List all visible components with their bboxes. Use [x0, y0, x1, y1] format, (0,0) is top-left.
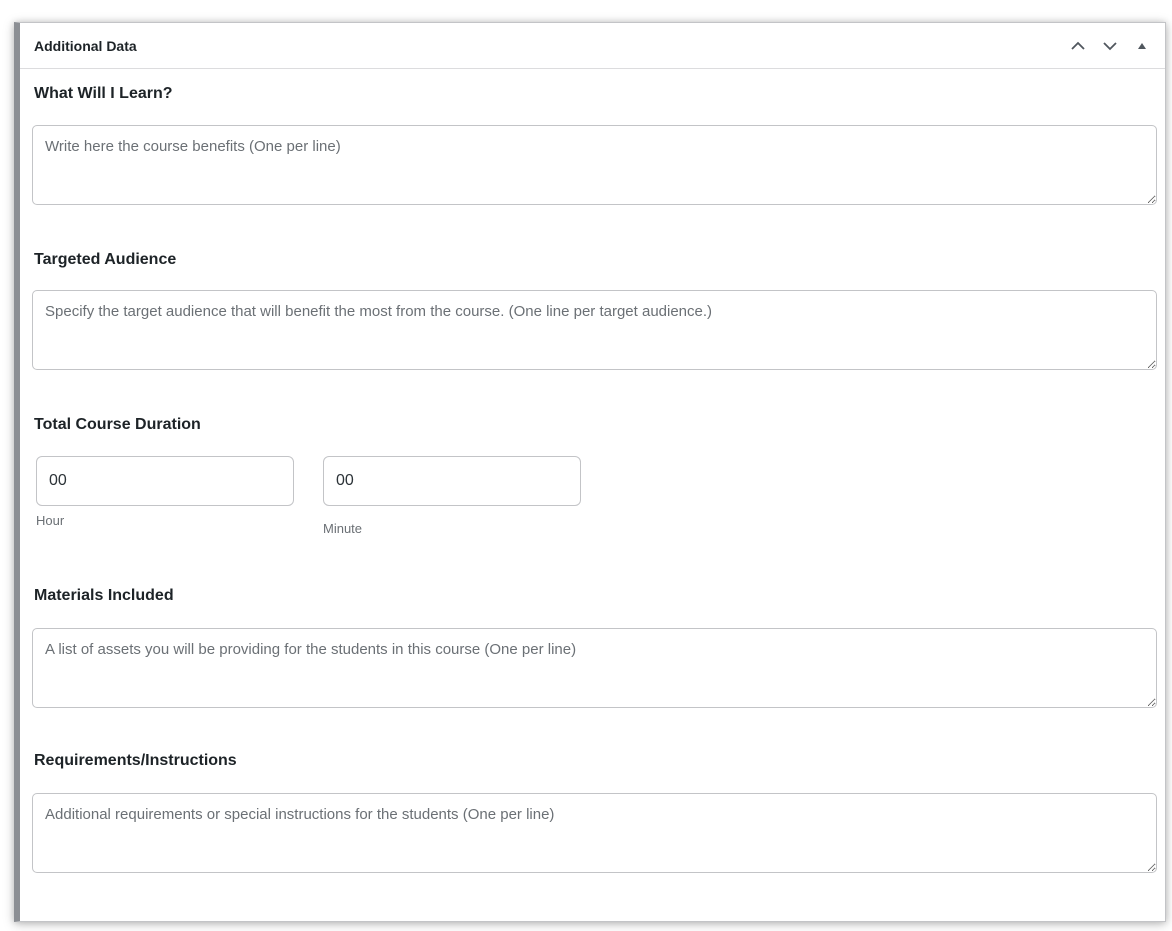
targeted-audience-label: Targeted Audience [34, 251, 177, 268]
materials-included-label: Materials Included [34, 587, 174, 604]
chevron-up-icon [1071, 41, 1085, 50]
total-course-duration-label: Total Course Duration [34, 416, 201, 433]
materials-included-textarea[interactable] [32, 628, 1157, 708]
panel-title: Additional Data [34, 37, 137, 54]
requirements-instructions-textarea[interactable] [32, 793, 1157, 873]
move-down-button[interactable] [1099, 35, 1121, 57]
duration-minute-label: Minute [323, 521, 363, 536]
duration-hour-input[interactable] [36, 456, 294, 506]
panel-header-controls [1067, 35, 1153, 57]
duration-hour-label: Hour [36, 513, 65, 528]
what-will-i-learn-label: What Will I Learn? [34, 85, 173, 102]
caret-up-icon [1138, 43, 1146, 49]
targeted-audience-textarea[interactable] [32, 290, 1157, 370]
requirements-instructions-label: Requirements/Instructions [34, 752, 237, 769]
panel-header: Additional Data [20, 23, 1165, 69]
toggle-panel-button[interactable] [1131, 35, 1153, 57]
move-up-button[interactable] [1067, 35, 1089, 57]
duration-minute-input[interactable] [323, 456, 581, 506]
additional-data-panel: Additional Data What Will I Learn? Targe… [14, 22, 1166, 922]
chevron-down-icon [1103, 42, 1117, 51]
what-will-i-learn-textarea[interactable] [32, 125, 1157, 205]
